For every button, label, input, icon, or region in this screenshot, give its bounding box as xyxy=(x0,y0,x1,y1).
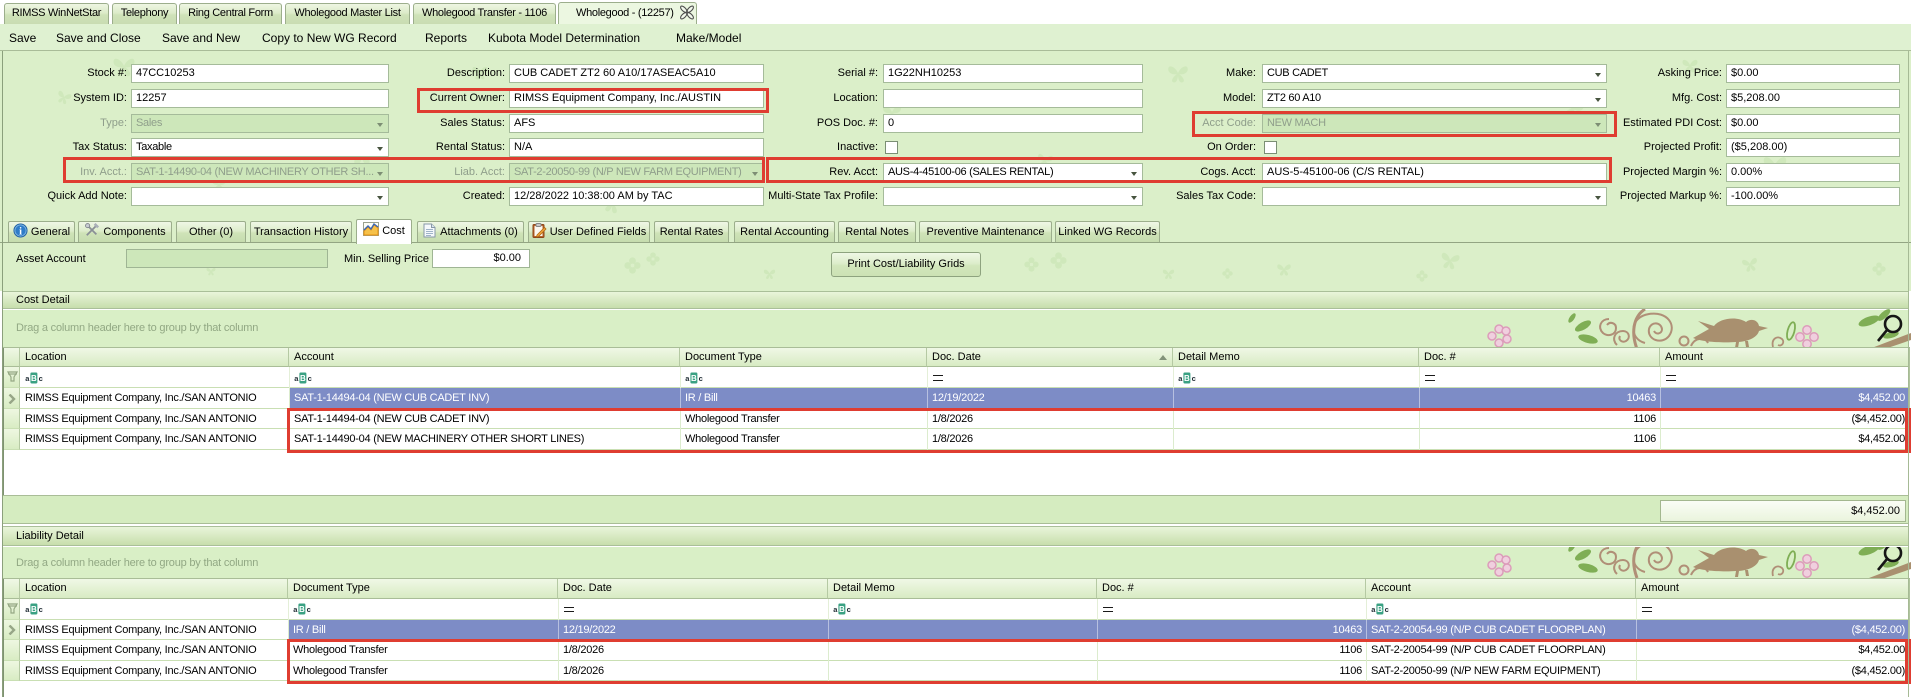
svg-text:c: c xyxy=(1192,374,1196,383)
svg-text:c: c xyxy=(307,605,311,614)
svg-text:c: c xyxy=(847,605,851,614)
svg-text:c: c xyxy=(1385,605,1389,614)
svg-text:c: c xyxy=(308,374,312,383)
svg-text:B: B xyxy=(31,374,37,383)
svg-text:c: c xyxy=(39,374,43,383)
svg-text:a: a xyxy=(1371,605,1376,614)
svg-text:a: a xyxy=(25,374,30,383)
svg-text:B: B xyxy=(299,605,305,614)
svg-text:a: a xyxy=(685,374,690,383)
svg-text:B: B xyxy=(1184,374,1190,383)
svg-text:a: a xyxy=(1178,374,1183,383)
svg-text:B: B xyxy=(839,605,845,614)
svg-text:a: a xyxy=(294,374,299,383)
svg-text:B: B xyxy=(1377,605,1383,614)
svg-text:a: a xyxy=(293,605,298,614)
svg-text:B: B xyxy=(300,374,306,383)
svg-text:a: a xyxy=(833,605,838,614)
svg-text:i: i xyxy=(19,226,22,237)
svg-text:c: c xyxy=(699,374,703,383)
svg-text:B: B xyxy=(31,605,37,614)
svg-text:B: B xyxy=(691,374,697,383)
svg-text:c: c xyxy=(39,605,43,614)
svg-text:a: a xyxy=(25,605,30,614)
